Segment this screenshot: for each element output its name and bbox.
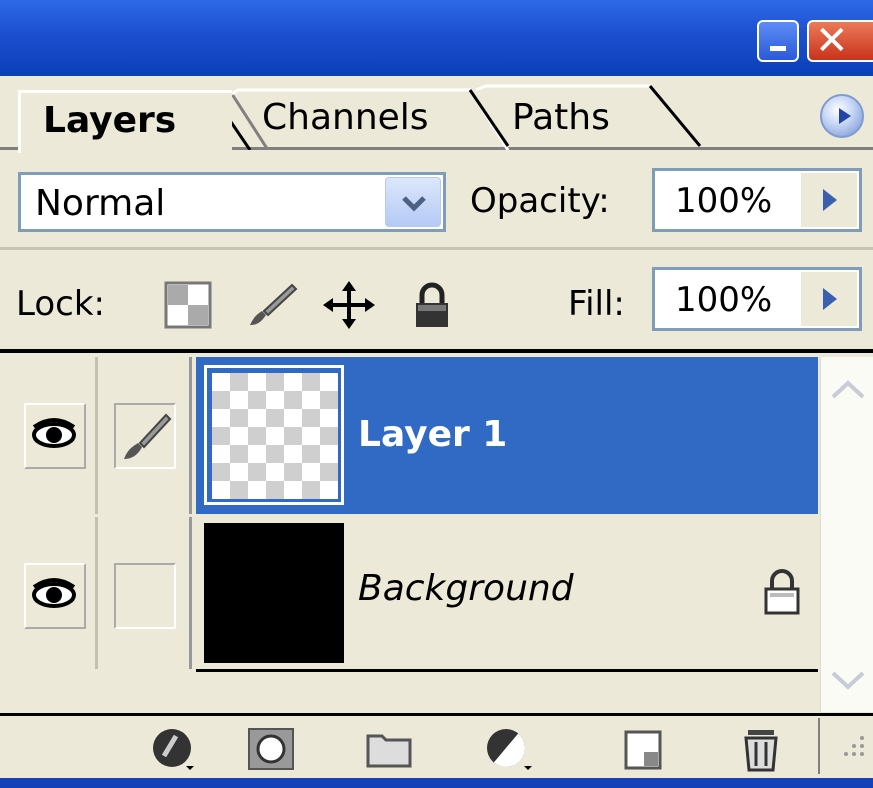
transparency-lock-icon[interactable]: [164, 281, 212, 329]
eye-icon: [32, 578, 76, 608]
layer-row-background[interactable]: Background: [0, 517, 818, 669]
tab-layers[interactable]: Layers: [18, 90, 232, 153]
move-lock-icon[interactable]: [322, 281, 376, 329]
brush-lock-icon[interactable]: [244, 281, 300, 329]
blend-mode-value: Normal: [35, 183, 166, 224]
chevron-down-icon: [402, 196, 426, 212]
tab-channels[interactable]: Channels: [240, 90, 480, 150]
close-icon: ✕: [815, 18, 849, 64]
blend-row: Normal Opacity: 100%: [0, 150, 873, 250]
fill-label: Fill:: [568, 284, 625, 324]
layer-1-thumbnail[interactable]: [204, 365, 344, 505]
list-divider: [196, 669, 818, 672]
layer-row-layer-1[interactable]: Layer 1: [0, 357, 818, 514]
scroll-up-icon[interactable]: [825, 363, 871, 419]
minimize-button[interactable]: [757, 20, 799, 62]
link-cell[interactable]: [100, 517, 192, 669]
background-thumbnail[interactable]: [204, 523, 344, 663]
panel-title-bar: ✕: [0, 0, 873, 76]
visibility-cell[interactable]: [10, 357, 98, 514]
padlock-icon: [764, 569, 800, 615]
scroll-down-icon[interactable]: [825, 651, 871, 707]
link-cell[interactable]: [100, 357, 192, 514]
lock-row: Lock: Fill: 100%: [0, 253, 873, 353]
fill-value: 100%: [675, 280, 773, 320]
layer-name[interactable]: Layer 1: [358, 411, 507, 459]
layer-mask-icon[interactable]: [246, 726, 296, 772]
visibility-cell[interactable]: [10, 517, 98, 669]
tab-row: Layers Channels Paths: [0, 76, 873, 153]
scrollbar[interactable]: [820, 357, 873, 712]
bottom-toolbar: [0, 713, 873, 778]
lock-label: Lock:: [16, 284, 105, 324]
blend-mode-select[interactable]: Normal: [18, 172, 446, 232]
brush-icon: [124, 413, 172, 459]
opacity-value: 100%: [675, 181, 773, 221]
opacity-label: Opacity:: [470, 181, 610, 221]
dropdown-button[interactable]: [385, 177, 441, 227]
fill-field[interactable]: 100%: [652, 267, 862, 331]
trash-icon[interactable]: [736, 726, 786, 772]
layer-name[interactable]: Background: [358, 565, 574, 613]
visibility-toggle[interactable]: [24, 403, 86, 469]
toolbar-separator: [818, 718, 820, 774]
close-button[interactable]: ✕: [807, 18, 873, 64]
panel-menu-button[interactable]: [820, 94, 864, 138]
link-toggle[interactable]: [114, 563, 176, 629]
tab-paths[interactable]: Paths: [490, 90, 680, 150]
opacity-field[interactable]: 100%: [652, 168, 862, 232]
transparent-thumbnail: [212, 373, 338, 499]
window-bottom-border: [0, 778, 873, 788]
new-group-icon[interactable]: [364, 726, 414, 772]
fill-slider-arrow-icon[interactable]: [801, 272, 857, 326]
resize-grip-icon[interactable]: [834, 730, 868, 770]
new-layer-icon[interactable]: [618, 726, 668, 772]
adjustment-layer-icon[interactable]: [484, 726, 534, 772]
padlock-icon[interactable]: [408, 281, 456, 329]
visibility-toggle[interactable]: [24, 563, 86, 629]
eye-icon: [32, 418, 76, 448]
layer-style-icon[interactable]: [150, 726, 200, 772]
link-toggle[interactable]: [114, 403, 176, 469]
opacity-slider-arrow-icon[interactable]: [801, 173, 857, 227]
layer-list: Layer 1 Background: [0, 357, 873, 712]
